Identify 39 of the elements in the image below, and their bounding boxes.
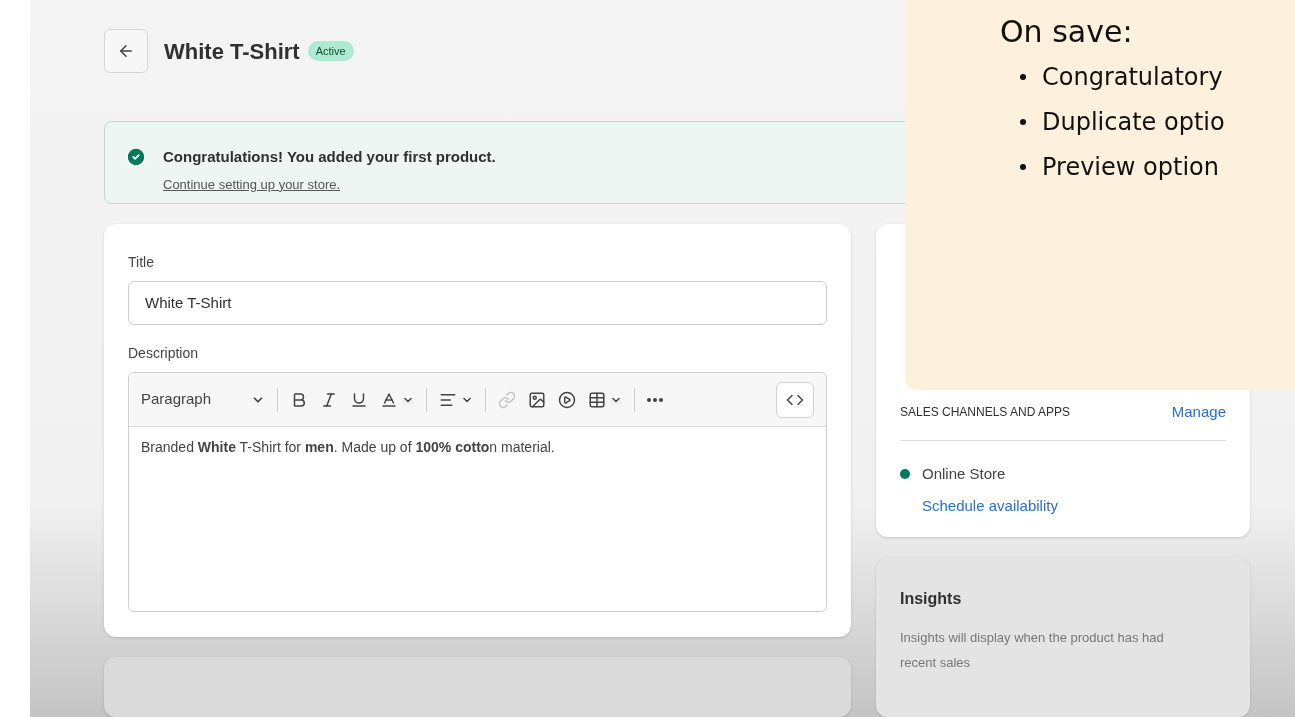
play-icon	[558, 390, 577, 409]
sales-channels-heading: SALES CHANNELS AND APPS	[900, 404, 1071, 422]
banner-message: Congratulations! You added your first product.	[163, 147, 496, 167]
note-item: Duplicate optio	[1042, 106, 1225, 138]
code-button[interactable]	[776, 381, 814, 418]
more-button[interactable]	[647, 397, 664, 402]
channel-name: Online Store	[922, 463, 1006, 484]
text-color-button[interactable]	[380, 390, 415, 409]
product-title: White T-Shirt	[164, 37, 300, 66]
title-input-field[interactable]: White T-Shirt	[128, 281, 827, 325]
link-icon	[498, 390, 517, 409]
table-button[interactable]	[588, 390, 623, 409]
insights-heading: Insights	[900, 589, 963, 609]
bullet-icon	[1020, 73, 1026, 80]
description-label: Description	[128, 344, 200, 363]
continue-setup-link[interactable]: Continue setting up your store.	[163, 174, 496, 194]
note-heading: On save:	[1000, 13, 1134, 51]
underline-icon	[350, 390, 369, 409]
manage-link[interactable]: Manage	[1171, 401, 1226, 424]
bullet-icon	[1020, 163, 1026, 170]
table-icon	[588, 390, 607, 409]
note-item: Congratulatory	[1042, 61, 1223, 93]
image-icon	[528, 390, 547, 409]
schedule-availability-link[interactable]: Schedule availability	[922, 495, 1226, 518]
insights-text: Insights will display when the product has had recent sales	[900, 629, 1165, 672]
paragraph-dropdown[interactable]: Paragraph	[141, 388, 266, 411]
image-button[interactable]	[528, 390, 547, 409]
underline-button[interactable]	[350, 390, 369, 409]
status-badge: Active	[307, 40, 354, 62]
more-icon	[647, 397, 664, 402]
back-button[interactable]	[104, 29, 148, 73]
check-circle-icon	[125, 146, 147, 168]
rich-text-editor[interactable]: Paragraph Branded White T-Shirt for men. Made up of 100% cotton material.	[128, 372, 827, 612]
text-color-icon	[380, 390, 399, 409]
description-text: Branded White T-Shirt for men. Made up of 100% cotton material.	[141, 439, 555, 455]
play-button[interactable]	[558, 390, 577, 409]
title-label: Title	[128, 253, 155, 272]
note-item: Preview option	[1042, 151, 1219, 183]
bullet-icon	[1020, 118, 1026, 125]
